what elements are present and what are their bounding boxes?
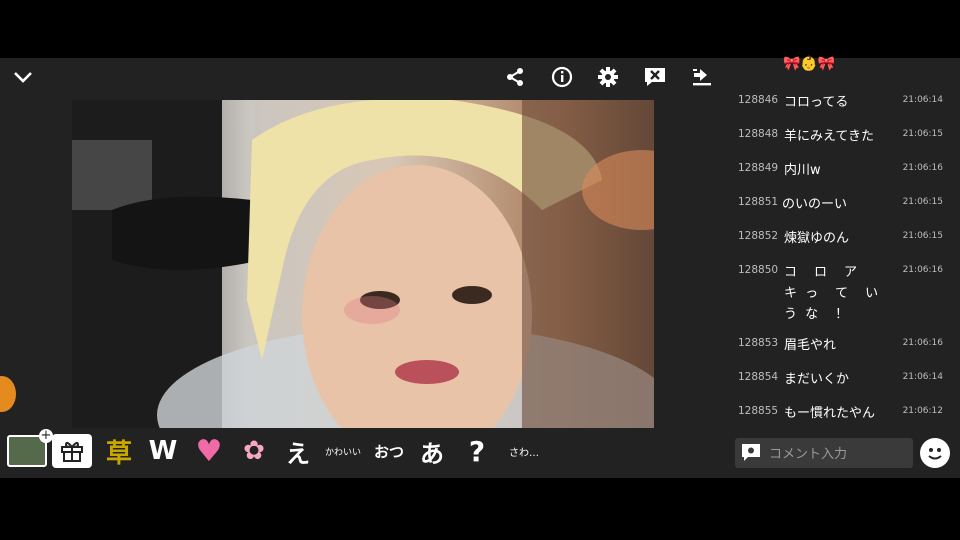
comment-number: 128846: [738, 94, 779, 106]
comment-time: 21:06:16: [902, 338, 943, 348]
reaction-otsu[interactable]: おつ: [368, 434, 410, 468]
comment-text: まだいくか: [784, 372, 850, 387]
reaction-a[interactable]: あ: [415, 434, 449, 468]
comment-text: 眉毛やれ: [784, 338, 837, 353]
comment-text: 内川w: [784, 163, 821, 178]
comment-settings-icon[interactable]: [741, 443, 761, 463]
comment-text: コ ロ ア キ っ て い う な ！: [784, 265, 896, 322]
side-drawer-handle[interactable]: [0, 376, 16, 412]
comment-input[interactable]: [767, 442, 911, 466]
comment-text: 煉獄ゆのん: [784, 231, 850, 246]
comment-text: 羊にみえてきた: [784, 129, 874, 144]
reaction-w[interactable]: W: [144, 434, 182, 468]
reaction-sakura[interactable]: ✿: [236, 434, 272, 468]
comment-text: のいのーい: [782, 197, 848, 212]
comment-time: 21:06:14: [902, 372, 943, 382]
ribbon-emoji: 🎀👶🎀: [783, 56, 836, 72]
chevron-down-icon[interactable]: [9, 63, 37, 91]
reaction-kusa[interactable]: 草: [100, 434, 138, 469]
comment-text: もー慣れたやん: [784, 406, 876, 421]
comment-number: 128853: [738, 337, 779, 349]
comment-number: 128854: [738, 371, 779, 383]
comment-number: 128851: [738, 196, 779, 208]
reaction-question[interactable]: ?: [460, 434, 494, 468]
ribbon-badge-icon: 🎀👶🎀: [783, 56, 839, 76]
chat-panel: 128846 コロってる 21:06:14 128848 羊にみえてきた 21:…: [730, 84, 960, 424]
comment-time: 21:06:15: [902, 197, 943, 207]
comment-number: 128848: [738, 128, 779, 140]
reaction-e[interactable]: え: [281, 434, 315, 468]
info-icon[interactable]: [548, 63, 576, 91]
share-icon[interactable]: [501, 63, 529, 91]
download-icon[interactable]: [688, 63, 716, 91]
gift-button[interactable]: [52, 434, 92, 468]
video-frame-art: [72, 100, 654, 428]
comment-time: 21:06:14: [902, 95, 943, 105]
reaction-heart[interactable]: ♥: [190, 434, 228, 469]
gift-icon: [52, 434, 92, 468]
plus-icon: +: [39, 428, 53, 443]
comment-off-icon[interactable]: [641, 63, 669, 91]
gear-icon[interactable]: [594, 63, 622, 91]
comment-time: 21:06:15: [902, 231, 943, 241]
comment-number: 128849: [738, 162, 779, 174]
comment-time: 21:06:15: [902, 129, 943, 139]
comment-time: 21:06:12: [902, 406, 943, 416]
comment-time: 21:06:16: [902, 265, 943, 275]
stream-thumbnail-icon: +: [7, 429, 53, 467]
comment-number: 128855: [738, 405, 779, 417]
live-stream-player: 🎀👶🎀 128846 コロってる 21:06:14 128848 羊にみえてきた…: [0, 56, 960, 478]
comment-time: 21:06:16: [902, 163, 943, 173]
emoji-face-icon[interactable]: [920, 438, 950, 468]
comment-text: コロってる: [784, 95, 849, 110]
comment-number: 128850: [738, 264, 779, 276]
reaction-bar: + 草 W ♥ ✿ え かわいい おつ あ ? さわ…: [0, 429, 730, 474]
live-video-frame[interactable]: [72, 100, 654, 428]
comment-input-box[interactable]: [735, 438, 913, 468]
add-thumbnail-button[interactable]: +: [7, 429, 53, 468]
reaction-kawaii[interactable]: かわいい: [322, 434, 364, 468]
reaction-sawa[interactable]: さわ…: [502, 434, 546, 468]
comment-number: 128852: [738, 230, 779, 242]
